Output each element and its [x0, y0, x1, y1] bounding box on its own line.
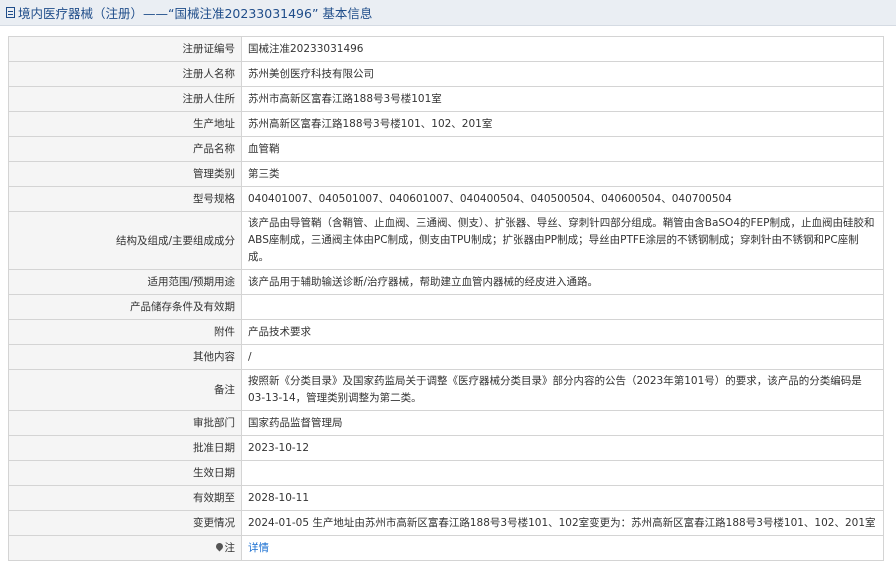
table-row: 附件 产品技术要求 — [8, 319, 884, 345]
row-label: 适用范围/预期用途 — [8, 269, 242, 295]
row-label: 生效日期 — [8, 460, 242, 486]
pin-icon — [214, 541, 224, 552]
table-row: 结构及组成/主要组成成分 该产品由导管鞘（含鞘管、止血阀、三通阀、侧支）、扩张器… — [8, 211, 884, 270]
note-value-cell: 详情 — [241, 535, 884, 561]
table-row: 生效日期 — [8, 460, 884, 486]
table-row: 审批部门 国家药品监督管理局 — [8, 410, 884, 436]
row-label: 变更情况 — [8, 510, 242, 536]
row-value: 产品技术要求 — [241, 319, 884, 345]
table-row: 批准日期 2023-10-12 — [8, 435, 884, 461]
row-value — [241, 460, 884, 486]
row-label: 结构及组成/主要组成成分 — [8, 211, 242, 270]
table-row: 注册人住所 苏州市高新区富春江路188号3号楼101室 — [8, 86, 884, 112]
detail-link[interactable]: 详情 — [248, 542, 269, 554]
table-row: 产品储存条件及有效期 — [8, 294, 884, 320]
table-row: 其他内容 / — [8, 344, 884, 370]
row-label: 管理类别 — [8, 161, 242, 187]
table-row: 产品名称 血管鞘 — [8, 136, 884, 162]
row-value: 苏州市高新区富春江路188号3号楼101室 — [241, 86, 884, 112]
row-label: 附件 — [8, 319, 242, 345]
row-value: 按照新《分类目录》及国家药监局关于调整《医疗器械分类目录》部分内容的公告（202… — [241, 369, 884, 411]
table-row: 管理类别 第三类 — [8, 161, 884, 187]
row-value: 2028-10-11 — [241, 485, 884, 511]
row-label: 型号规格 — [8, 186, 242, 212]
row-label: 有效期至 — [8, 485, 242, 511]
row-value: 苏州美创医疗科技有限公司 — [241, 61, 884, 87]
table-row: 注 详情 — [8, 535, 884, 561]
row-label: 批准日期 — [8, 435, 242, 461]
document-icon — [6, 7, 15, 18]
table-row: 注册证编号 国械注准20233031496 — [8, 36, 884, 62]
row-value: 040401007、040501007、040601007、040400504、… — [241, 186, 884, 212]
info-table: 注册证编号 国械注准20233031496 注册人名称 苏州美创医疗科技有限公司… — [8, 36, 884, 561]
row-value: / — [241, 344, 884, 370]
row-value: 苏州高新区富春江路188号3号楼101、102、201室 — [241, 111, 884, 137]
row-value: 血管鞘 — [241, 136, 884, 162]
row-label: 备注 — [8, 369, 242, 411]
row-value: 该产品由导管鞘（含鞘管、止血阀、三通阀、侧支）、扩张器、导丝、穿刺针四部分组成。… — [241, 211, 884, 270]
row-value: 国械注准20233031496 — [241, 36, 884, 62]
row-label: 其他内容 — [8, 344, 242, 370]
row-value: 第三类 — [241, 161, 884, 187]
table-row: 变更情况 2024-01-05 生产地址由苏州市高新区富春江路188号3号楼10… — [8, 510, 884, 536]
table-row: 注册人名称 苏州美创医疗科技有限公司 — [8, 61, 884, 87]
row-value — [241, 294, 884, 320]
row-label: 审批部门 — [8, 410, 242, 436]
table-row: 型号规格 040401007、040501007、040601007、04040… — [8, 186, 884, 212]
row-label: 注册人住所 — [8, 86, 242, 112]
row-label: 产品储存条件及有效期 — [8, 294, 242, 320]
table-row: 生产地址 苏州高新区富春江路188号3号楼101、102、201室 — [8, 111, 884, 137]
page-title: 境内医疗器械（注册）——“国械注准20233031496” 基本信息 — [18, 6, 373, 21]
row-value: 该产品用于辅助输送诊断/治疗器械，帮助建立血管内器械的经皮进入通路。 — [241, 269, 884, 295]
row-value: 2023-10-12 — [241, 435, 884, 461]
row-label: 注册证编号 — [8, 36, 242, 62]
page-header: 境内医疗器械（注册）——“国械注准20233031496” 基本信息 — [0, 0, 896, 26]
note-label: 注 — [224, 542, 236, 554]
row-label: 生产地址 — [8, 111, 242, 137]
table-row: 有效期至 2028-10-11 — [8, 485, 884, 511]
row-value: 国家药品监督管理局 — [241, 410, 884, 436]
table-row: 备注 按照新《分类目录》及国家药监局关于调整《医疗器械分类目录》部分内容的公告（… — [8, 369, 884, 411]
info-table-frame: 注册证编号 国械注准20233031496 注册人名称 苏州美创医疗科技有限公司… — [8, 36, 884, 561]
row-label: 注册人名称 — [8, 61, 242, 87]
row-label: 产品名称 — [8, 136, 242, 162]
table-row: 适用范围/预期用途 该产品用于辅助输送诊断/治疗器械，帮助建立血管内器械的经皮进… — [8, 269, 884, 295]
note-label-cell: 注 — [8, 535, 242, 561]
row-value: 2024-01-05 生产地址由苏州市高新区富春江路188号3号楼101、102… — [241, 510, 884, 536]
